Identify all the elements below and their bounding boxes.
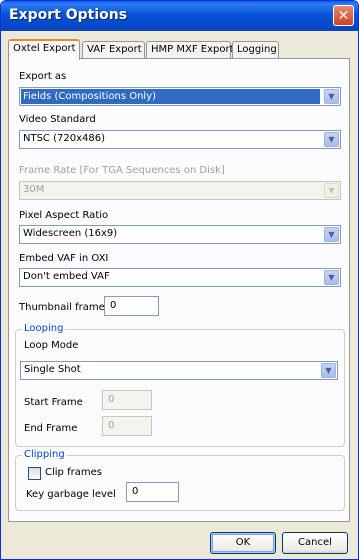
- looping-group: Looping Loop Mode Single Shot ▼ Start Fr…: [15, 323, 345, 447]
- chevron-down-icon[interactable]: ▼: [324, 270, 339, 285]
- embed-vaf-value: Don't embed VAF: [23, 271, 110, 282]
- clip-frames-checkbox[interactable]: [28, 467, 41, 480]
- tab-hmp-mxf-export[interactable]: HMP MXF Export: [146, 41, 234, 59]
- embed-vaf-select[interactable]: Don't embed VAF ▼: [19, 268, 341, 287]
- end-frame-input[interactable]: 0: [102, 416, 152, 436]
- ok-button[interactable]: OK: [210, 532, 276, 554]
- key-garbage-label: Key garbage level: [26, 489, 116, 500]
- pixel-aspect-value: Widescreen (16x9): [23, 228, 118, 239]
- tab-oxtel-export[interactable]: Oxtel Export: [8, 39, 80, 60]
- close-icon: ✕: [337, 8, 350, 24]
- video-standard-value: NTSC (720x486): [23, 133, 105, 144]
- title-bar[interactable]: Export Options ✕: [1, 1, 358, 31]
- pixel-aspect-label: Pixel Aspect Ratio: [19, 210, 109, 221]
- chevron-down-icon[interactable]: ▼: [321, 363, 336, 378]
- export-as-value: Fields (Compositions Only): [21, 89, 320, 104]
- chevron-down-icon[interactable]: ▼: [324, 89, 339, 104]
- frame-rate-select[interactable]: 30M ▼: [19, 181, 341, 200]
- clipping-group: Clipping Clip frames Key garbage level 0: [15, 449, 345, 511]
- start-frame-label: Start Frame: [24, 397, 83, 408]
- pixel-aspect-select[interactable]: Widescreen (16x9) ▼: [19, 225, 341, 244]
- oxtel-export-panel: Export as Fields (Compositions Only) ▼ V…: [8, 58, 350, 522]
- window-title: Export Options: [9, 7, 128, 23]
- clip-frames-label: Clip frames: [45, 467, 102, 478]
- loop-mode-label: Loop Mode: [24, 340, 79, 351]
- cancel-button[interactable]: Cancel: [282, 532, 348, 554]
- start-frame-input[interactable]: 0: [102, 390, 152, 410]
- chevron-down-icon[interactable]: ▼: [324, 227, 339, 242]
- tab-logging[interactable]: Logging: [232, 41, 279, 59]
- loop-mode-value: Single Shot: [24, 364, 81, 375]
- clipping-group-title: Clipping: [22, 449, 67, 460]
- key-garbage-input[interactable]: 0: [126, 482, 179, 502]
- tab-vaf-export[interactable]: VAF Export: [82, 41, 145, 59]
- frame-rate-label: Frame Rate [For TGA Sequences on Disk]: [19, 165, 225, 176]
- export-options-dialog: Export Options ✕ Oxtel Export VAF Export…: [0, 0, 359, 560]
- frame-rate-value: 30M: [23, 184, 45, 195]
- video-standard-label: Video Standard: [19, 114, 96, 125]
- end-frame-label: End Frame: [24, 423, 78, 434]
- thumbnail-frame-label: Thumbnail frame: [19, 302, 105, 313]
- embed-vaf-label: Embed VAF in OXI: [19, 253, 109, 264]
- export-as-select[interactable]: Fields (Compositions Only) ▼: [19, 87, 341, 106]
- thumbnail-frame-input[interactable]: 0: [104, 296, 159, 316]
- chevron-down-icon[interactable]: ▼: [324, 183, 339, 198]
- looping-group-title: Looping: [22, 323, 66, 334]
- close-button[interactable]: ✕: [333, 5, 354, 26]
- loop-mode-select[interactable]: Single Shot ▼: [20, 361, 338, 380]
- export-as-label: Export as: [19, 71, 67, 82]
- video-standard-select[interactable]: NTSC (720x486) ▼: [19, 130, 341, 149]
- chevron-down-icon[interactable]: ▼: [324, 132, 339, 147]
